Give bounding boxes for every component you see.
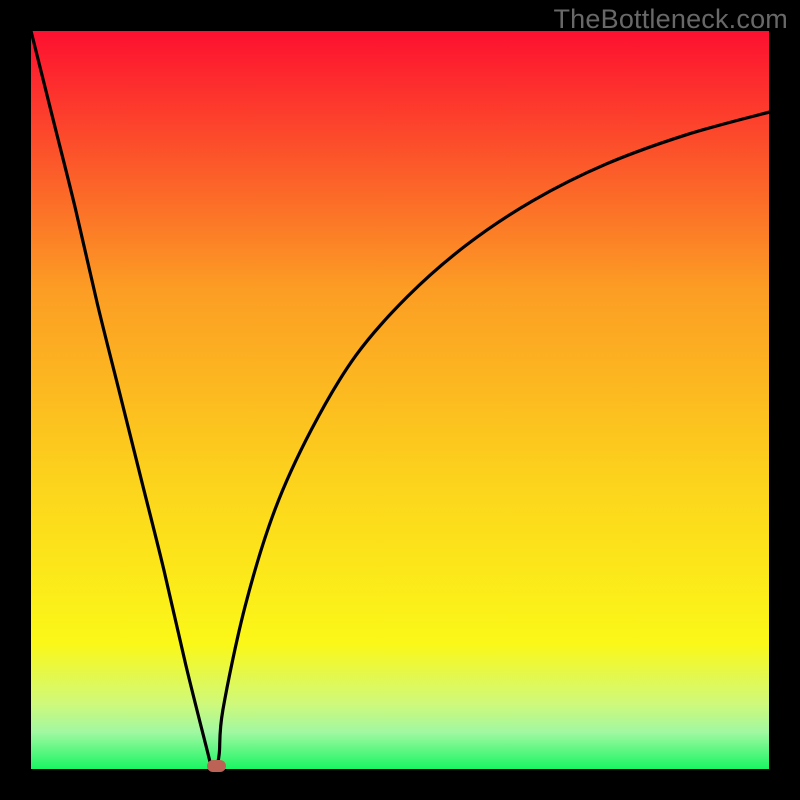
- minimum-marker: [207, 760, 226, 772]
- plot-svg: [31, 31, 769, 769]
- watermark-text: TheBottleneck.com: [553, 4, 788, 35]
- plot-area: [31, 31, 769, 769]
- gradient-background: [31, 31, 769, 769]
